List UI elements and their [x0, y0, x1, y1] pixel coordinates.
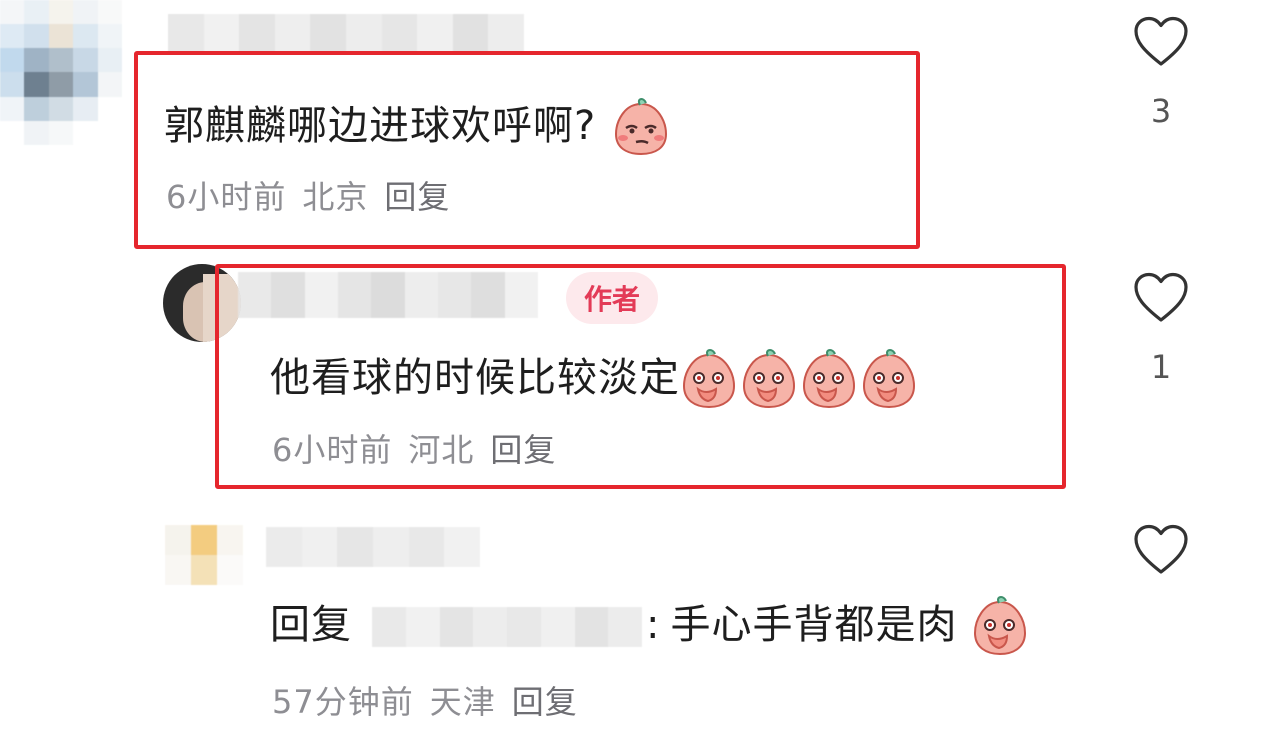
comment-2-location: 河北 [408, 431, 475, 469]
comment-3-like[interactable] [1124, 524, 1198, 576]
username-censored-3[interactable] [266, 527, 480, 567]
comment-3-meta: 57分钟前 天津 回复 [272, 677, 594, 723]
reply-target-username-censored[interactable] [372, 607, 642, 647]
comment-1-meta: 6小时前 北京 回复 [166, 172, 466, 218]
comment-3-time: 57分钟前 [272, 683, 414, 721]
comment-3-reply-button[interactable]: 回复 [512, 683, 578, 721]
comment-1-location: 北京 [302, 178, 369, 216]
heart-outline-icon[interactable] [1133, 272, 1189, 324]
avatar-censored[interactable] [0, 0, 122, 145]
comment-2-time: 6小时前 [272, 431, 393, 469]
heart-outline-icon[interactable] [1133, 524, 1189, 576]
comment-2-meta: 6小时前 河北 回复 [272, 425, 572, 471]
username-censored[interactable] [168, 14, 524, 52]
comment-2-reply-button[interactable]: 回复 [490, 431, 556, 469]
comment-3-text: 回复 : 手心手背都是肉 [270, 592, 1029, 658]
heart-outline-icon[interactable] [1133, 16, 1189, 68]
smirk-peach-emoji [614, 98, 667, 156]
comment-2-like-count: 1 [1150, 348, 1172, 386]
reply-prefix: 回复 [270, 602, 352, 648]
comment-1-text: 郭麒麟哪边进球欢呼啊? [164, 93, 672, 158]
comment-2-like[interactable]: 1 [1124, 272, 1198, 386]
comment-1-reply-button[interactable]: 回复 [384, 178, 450, 216]
comment-1-like-count: 3 [1150, 92, 1172, 130]
comment-3-location: 天津 [429, 683, 496, 721]
cover-mouth-peach-emoji [974, 596, 1027, 656]
comment-2-text: 他看球的时候比较淡定 [270, 345, 916, 411]
comment-1-time: 6小时前 [166, 178, 287, 216]
comment-1-like[interactable]: 3 [1124, 16, 1198, 130]
avatar-censored-3[interactable] [165, 525, 243, 585]
cover-mouth-peach-emoji [682, 349, 915, 409]
